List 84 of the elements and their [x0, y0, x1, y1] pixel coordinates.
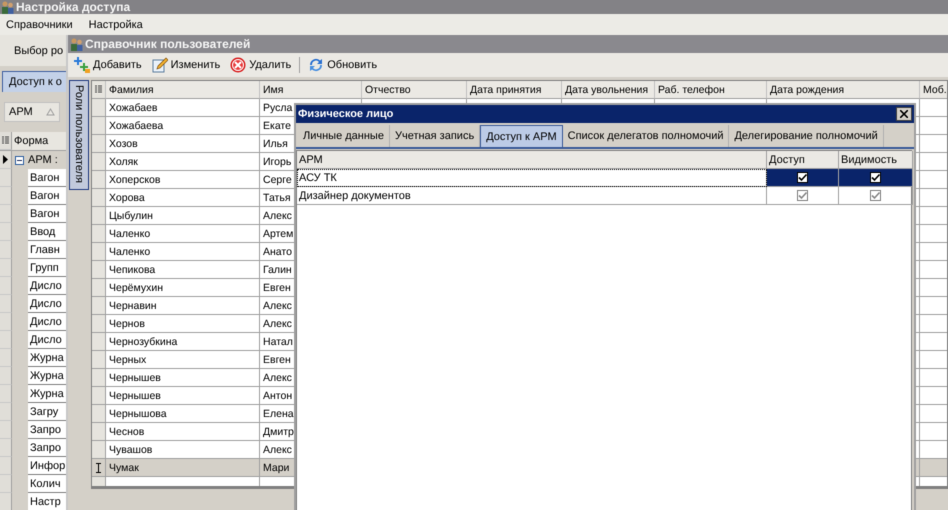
toolbar-button[interactable]: Удалить — [228, 57, 294, 73]
table-cell: Колич — [28, 475, 66, 493]
table-cell: Чернышев — [106, 387, 260, 405]
table-cell: Холяк — [106, 153, 260, 171]
side-tab[interactable]: Роли пользователя — [69, 80, 89, 190]
sort-icon — [46, 108, 55, 116]
table-cell: Черных — [106, 351, 260, 369]
table-cell: Чернышев — [106, 369, 260, 387]
table-cell: Черёмухин — [106, 279, 260, 297]
table-cell: Дисло — [28, 331, 66, 349]
column-header[interactable]: Дата увольнения — [562, 81, 655, 99]
table-cell: Хозов — [106, 135, 260, 153]
table-cell: Запро — [28, 439, 66, 457]
table-cell: Цыбулин — [106, 207, 260, 225]
table-cell: Загру — [28, 403, 66, 421]
table-cell: Главн — [28, 241, 66, 259]
table-cell: Хожабаева — [106, 117, 260, 135]
visibility-checkbox[interactable] — [870, 172, 881, 183]
table-cell: Инфор — [28, 457, 66, 475]
visibility-checkbox[interactable] — [870, 190, 881, 201]
column-header[interactable]: Фамилия — [106, 81, 260, 99]
collapse-icon[interactable] — [15, 156, 24, 164]
table-cell: Чернов — [106, 315, 260, 333]
column-header[interactable]: АРМ — [297, 151, 767, 169]
table-cell: Чеснов — [106, 423, 260, 441]
table-cell: Чернозубкина — [106, 333, 260, 351]
column-header[interactable]: Доступ — [767, 151, 839, 169]
table-cell: Групп — [28, 259, 66, 277]
table-cell: Вагон — [28, 169, 66, 187]
column-header[interactable]: Отчество — [362, 81, 467, 99]
toolbar-button[interactable]: Изменить — [150, 57, 222, 73]
table-cell: Хожабаев — [106, 99, 260, 117]
column-chooser-icon[interactable] — [2, 136, 9, 145]
edit-cursor-icon — [96, 462, 101, 472]
row-header[interactable] — [92, 459, 106, 477]
table-cell: Чаленко — [106, 243, 260, 261]
table-cell: Чепикова — [106, 261, 260, 279]
table-cell: Ввод — [28, 223, 66, 241]
access-checkbox[interactable] — [797, 190, 808, 201]
window-title: Справочник пользователей — [85, 37, 250, 51]
table-cell: Чаленко — [106, 225, 260, 243]
table-cell: Чернышова — [106, 405, 260, 423]
group-row-label: АРМ : — [28, 154, 58, 166]
table-cell: Настр — [28, 493, 66, 510]
table-cell: Дисло — [28, 277, 66, 295]
sort-field-button[interactable]: АРМ — [4, 102, 60, 122]
table-cell: Чернавин — [106, 297, 260, 315]
tab[interactable]: Доступ к АРМ — [480, 125, 563, 147]
toolbar-button[interactable]: Добавить — [72, 57, 144, 73]
column-header[interactable]: Имя — [260, 81, 362, 99]
close-icon — [900, 110, 908, 118]
table-cell: Вагон — [28, 205, 66, 223]
table-cell: Хорова — [106, 189, 260, 207]
table-cell: Дисло — [28, 313, 66, 331]
table-cell: Вагон — [28, 187, 66, 205]
table-cell: Журна — [28, 367, 66, 385]
table-cell: АСУ ТК — [297, 169, 767, 187]
table-cell: Журна — [28, 349, 66, 367]
delete-icon — [230, 57, 246, 73]
pencil-icon — [152, 57, 168, 73]
window-title: Настройка доступа — [16, 0, 130, 14]
table-cell: Запро — [28, 421, 66, 439]
access-checkbox[interactable] — [797, 172, 808, 183]
table-cell: Хоперсков — [106, 171, 260, 189]
column-header[interactable]: Дата принятия — [467, 81, 562, 99]
window-icon — [70, 37, 83, 51]
close-button[interactable] — [896, 107, 912, 121]
refresh-icon — [308, 57, 324, 73]
add-icon — [74, 57, 90, 73]
app-icon — [1, 0, 14, 14]
column-header[interactable]: Моб. — [920, 81, 947, 99]
tab[interactable]: Доступ к о — [2, 71, 69, 92]
toolbar-button[interactable]: Обновить — [306, 57, 380, 73]
column-header[interactable]: Видимость — [839, 151, 913, 169]
menu-item[interactable]: Справочники — [6, 18, 73, 30]
menu-item[interactable]: Настройка — [88, 18, 143, 30]
column-header[interactable]: Дата рождения — [767, 81, 920, 99]
table-cell: Дисло — [28, 295, 66, 313]
column-chooser-icon[interactable] — [95, 85, 102, 94]
table-cell: Журна — [28, 385, 66, 403]
table-cell: Чумак — [106, 459, 260, 477]
column-header[interactable]: Раб. телефон — [655, 81, 767, 99]
toolbar-button[interactable]: Выбор ро — [14, 45, 64, 57]
table-cell: Дизайнер документов — [297, 187, 767, 205]
